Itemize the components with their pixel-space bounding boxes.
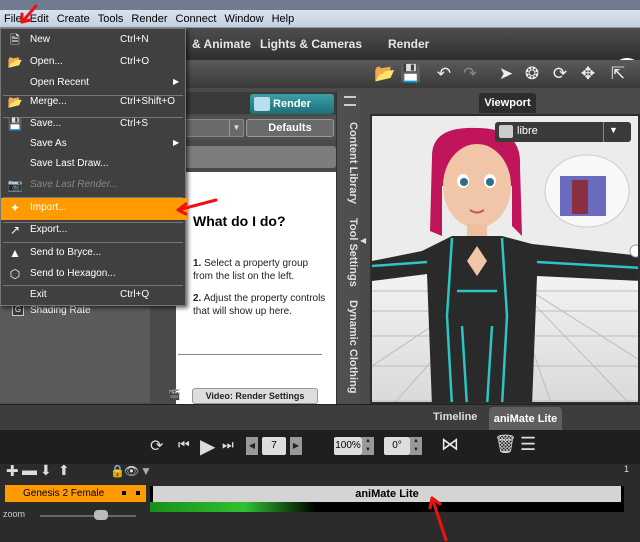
daz-studio-window: File Edit Create Tools Render Connect Wi… (0, 0, 640, 542)
annotation-overlay (20, 4, 448, 542)
